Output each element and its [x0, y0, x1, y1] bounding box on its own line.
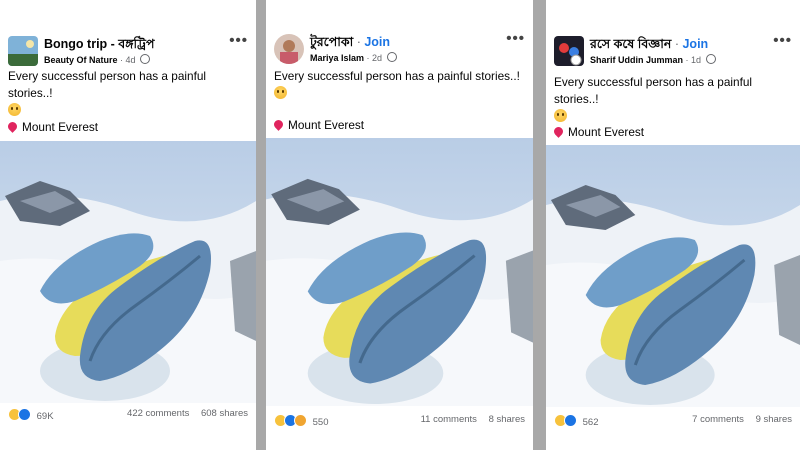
location-line: Mount Everest — [6, 120, 99, 134]
post-caption: Every successful person has a painful st… — [274, 68, 527, 102]
wow-reaction-icon — [294, 414, 307, 427]
shares-count[interactable]: 8 shares — [489, 414, 525, 425]
post-header: রসে কষে বিজ্ঞান · Join Sharif Uddin Jumm… — [546, 30, 800, 76]
crying-face-icon — [554, 109, 567, 122]
avatar[interactable] — [274, 34, 304, 64]
reactions[interactable]: 69K — [8, 408, 54, 422]
pushpin-icon — [552, 125, 565, 138]
location-line: Mount Everest — [272, 118, 365, 132]
globe-icon — [386, 52, 397, 62]
caption-text: Every successful person has a painful st… — [554, 75, 753, 106]
like-reaction-icon — [18, 408, 31, 421]
author-name[interactable]: Sharif Uddin Jumman — [590, 55, 683, 65]
crying-face-icon — [8, 103, 21, 116]
join-button[interactable]: Join — [682, 37, 708, 51]
more-options-icon[interactable]: ••• — [229, 32, 248, 49]
divider-left — [256, 0, 266, 450]
post-caption: Every successful person has a painful st… — [8, 68, 250, 119]
crying-face-icon — [274, 86, 287, 99]
comments-count[interactable]: 11 comments — [421, 414, 477, 425]
page-name[interactable]: রসে কষে বিজ্ঞান — [590, 37, 671, 51]
location-text: Mount Everest — [288, 118, 365, 132]
post-caption: Every successful person has a painful st… — [554, 74, 794, 125]
post-photo[interactable] — [0, 141, 256, 403]
pushpin-icon — [6, 120, 19, 133]
post-card-1: Bongo trip - বঙ্গট্রিপ Beauty Of Nature … — [0, 30, 256, 430]
page-name[interactable]: Bongo trip - বঙ্গট্রিপ — [44, 37, 154, 51]
reactions[interactable]: 550 — [274, 414, 329, 428]
avatar[interactable] — [554, 36, 584, 66]
shares-count[interactable]: 608 shares — [201, 408, 248, 419]
reaction-count: 562 — [582, 417, 599, 428]
page-name[interactable]: টুরপোকা — [310, 35, 353, 49]
caption-text: Every successful person has a painful st… — [8, 69, 207, 100]
post-photo[interactable] — [266, 138, 533, 406]
comments-count[interactable]: 7 comments — [692, 414, 744, 425]
author-name[interactable]: Mariya Islam — [310, 53, 364, 63]
post-photo[interactable] — [546, 145, 800, 407]
comments-count[interactable]: 422 comments — [127, 408, 189, 419]
globe-icon — [705, 54, 716, 64]
shares-count[interactable]: 9 shares — [756, 414, 792, 425]
post-time[interactable]: 2d — [372, 53, 382, 63]
post-card-2: টুরপোকা · Join Mariya Islam · 2d ••• Eve… — [266, 28, 533, 433]
reaction-count: 550 — [312, 417, 329, 428]
location-text: Mount Everest — [568, 125, 645, 139]
pushpin-icon — [272, 118, 285, 131]
more-options-icon[interactable]: ••• — [506, 30, 525, 47]
globe-icon — [140, 54, 151, 64]
reaction-count: 69K — [36, 411, 54, 422]
post-time[interactable]: 4d — [126, 55, 136, 65]
caption-text: Every successful person has a painful st… — [274, 69, 520, 83]
post-card-3: রসে কষে বিজ্ঞান · Join Sharif Uddin Jumm… — [546, 30, 800, 435]
location-line: Mount Everest — [552, 125, 645, 139]
like-reaction-icon — [564, 414, 577, 427]
reactions[interactable]: 562 — [554, 414, 599, 428]
post-time[interactable]: 1d — [691, 55, 701, 65]
avatar[interactable] — [8, 36, 38, 66]
divider-right — [533, 0, 546, 450]
join-button[interactable]: Join — [364, 35, 390, 49]
location-text: Mount Everest — [22, 120, 99, 134]
more-options-icon[interactable]: ••• — [773, 32, 792, 49]
author-name[interactable]: Beauty Of Nature — [44, 55, 118, 65]
